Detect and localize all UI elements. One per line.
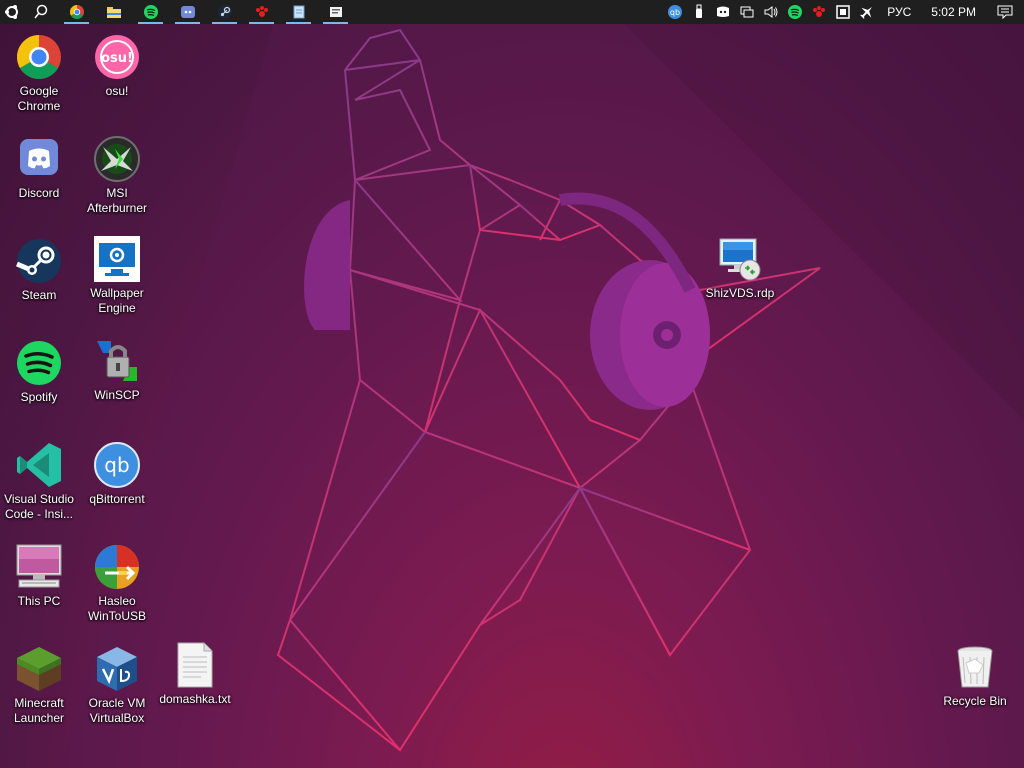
desktop-icon-label: This PC [17, 594, 61, 608]
desktop-icon-shizvds-rdp[interactable]: ShizVDS.rdp [701, 235, 779, 301]
desktop-icon-virtualbox[interactable]: Oracle VM VirtualBox [78, 645, 156, 726]
desktop-icon-vscode-insiders[interactable]: Visual Studio Code - Insi... [0, 441, 78, 522]
desktop-icon-label: osu! [105, 84, 129, 98]
tray-discord[interactable] [711, 0, 735, 24]
desktop-icon-discord[interactable]: Discord [0, 135, 78, 201]
desktop-icon-label: Oracle VM VirtualBox [88, 696, 146, 725]
taskbar-steam[interactable] [206, 0, 243, 24]
steam-icon [217, 5, 232, 19]
desktop-icon-hasleo-wintousb[interactable]: Hasleo WinToUSB [78, 543, 156, 624]
clock[interactable]: 5:02 PM [919, 5, 986, 19]
computer-icon [16, 544, 62, 588]
recycle-bin-icon [957, 646, 993, 688]
tray-paw-app[interactable] [807, 0, 831, 24]
taskbar-chrome[interactable] [58, 0, 95, 24]
taskbar-spotify[interactable] [132, 0, 169, 24]
remote-desktop-icon [719, 238, 761, 281]
app-grid-icon [836, 5, 851, 19]
desktop-icon-label: Recycle Bin [943, 694, 1007, 708]
spotify-tray-icon [788, 5, 803, 19]
taskbar-discord[interactable] [169, 0, 206, 24]
tray-qbittorrent[interactable]: qb [663, 0, 687, 24]
spotify-icon [17, 341, 61, 385]
desktop-icon-label: WinSCP [94, 388, 140, 402]
desktop-icon-google-chrome[interactable]: Google Chrome [0, 33, 78, 114]
desktop-icon-label: Visual Studio Code - Insi... [4, 492, 74, 521]
start-button[interactable] [0, 0, 24, 24]
folder-icon [106, 7, 121, 18]
desktop-icon-qbittorrent[interactable]: qb qBittorrent [78, 441, 156, 507]
taskbar: qb РУС 5:02 PM [0, 0, 1024, 24]
desktop-icon-this-pc[interactable]: This PC [0, 543, 78, 609]
ubuntu-start-icon [5, 5, 18, 19]
tray-app-grid[interactable] [831, 0, 855, 24]
osu-icon: osu! [95, 35, 139, 79]
minecraft-icon [17, 647, 61, 691]
qbittorrent-badge-text: qb [104, 453, 129, 477]
system-tray: qb РУС 5:02 PM [663, 0, 1024, 24]
usb-icon [696, 4, 703, 18]
wintousb-icon [95, 545, 139, 589]
chrome-icon [69, 5, 84, 19]
discord-icon [180, 6, 195, 18]
winscp-icon [97, 341, 137, 381]
tray-network[interactable] [735, 0, 759, 24]
desktop-icon-label: Steam [21, 288, 57, 302]
desktop-icon-recycle-bin[interactable]: Recycle Bin [936, 643, 1014, 709]
osu-badge-text: osu! [101, 51, 133, 66]
network-icon [740, 6, 754, 18]
qbittorrent-tray-icon: qb [668, 5, 683, 19]
paw-tray-icon [813, 6, 826, 17]
tray-usb[interactable] [687, 0, 711, 24]
document-icon [329, 7, 342, 17]
search-icon [34, 4, 48, 19]
desktop-icon-label: Discord [18, 186, 60, 200]
afterburner-icon [94, 136, 140, 182]
desktop-icon-label: Google Chrome [17, 84, 61, 113]
desktop-icon-label: Minecraft Launcher [13, 696, 65, 725]
notification-icon [997, 5, 1013, 20]
tray-spotify[interactable] [783, 0, 807, 24]
taskbar-explorer[interactable] [95, 0, 132, 24]
desktop-icon-spotify[interactable]: Spotify [0, 339, 78, 405]
spotify-icon [143, 5, 158, 19]
notepad-icon [293, 5, 304, 19]
discord-icon [20, 139, 58, 175]
desktop-icon-label: Hasleo WinToUSB [87, 594, 146, 623]
taskbar-document[interactable] [317, 0, 354, 24]
desktop-icon-label: Spotify [20, 390, 58, 404]
desktop-icon-steam[interactable]: Steam [0, 237, 78, 303]
text-file-icon [177, 642, 213, 688]
taskbar-notepad[interactable] [280, 0, 317, 24]
qbittorrent-icon: qb [94, 442, 140, 488]
tray-volume[interactable] [759, 0, 783, 24]
search-button[interactable] [24, 0, 58, 24]
desktop-icon-winscp[interactable]: WinSCP [78, 337, 156, 403]
desktop-icon-label: ShizVDS.rdp [705, 286, 775, 300]
tray-airplane[interactable] [855, 0, 879, 24]
airplane-icon [860, 7, 873, 20]
taskbar-paw-app[interactable] [243, 0, 280, 24]
paw-icon [255, 6, 268, 17]
chrome-icon [17, 35, 61, 79]
desktop-icon-domashka-txt[interactable]: domashka.txt [156, 641, 234, 707]
desktop-icon-label: qBittorrent [89, 492, 145, 506]
desktop-icon-msi-afterburner[interactable]: MSI Afterburner [78, 135, 156, 216]
language-indicator[interactable]: РУС [879, 5, 919, 19]
desktop-icon-label: domashka.txt [159, 692, 231, 706]
desktop-icon-label: MSI Afterburner [86, 186, 148, 215]
desktop-icon-label: Wallpaper Engine [90, 286, 144, 315]
volume-icon [764, 6, 778, 18]
wallpaper-engine-icon [94, 236, 140, 282]
virtualbox-icon [97, 647, 137, 691]
desktop-icon-osu[interactable]: osu! osu! [78, 33, 156, 99]
vscode-icon [17, 443, 61, 487]
desktop-icon-wallpaper-engine[interactable]: Wallpaper Engine [78, 235, 156, 316]
svg-text:qb: qb [670, 8, 680, 17]
steam-icon [16, 239, 61, 283]
action-center-button[interactable] [986, 0, 1024, 24]
discord-tray-icon [717, 6, 730, 17]
desktop-icon-minecraft-launcher[interactable]: Minecraft Launcher [0, 645, 78, 726]
